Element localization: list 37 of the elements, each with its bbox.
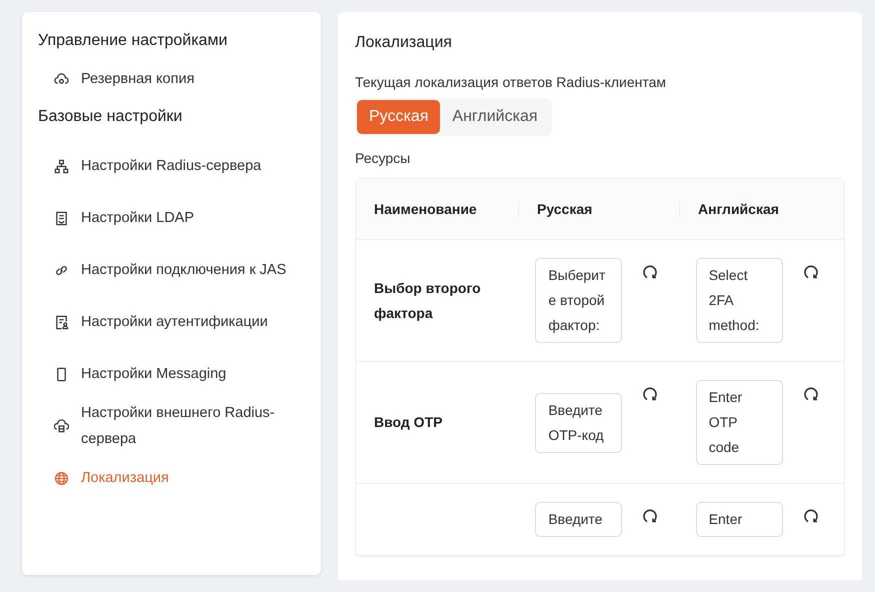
sidebar-item[interactable]: Настройки внешнего Radius-сервера <box>38 400 305 452</box>
sidebar-item[interactable]: Настройки Messaging <box>38 348 305 400</box>
input-field[interactable]: Выберите второй фактор: <box>535 258 622 343</box>
reset-icon[interactable] <box>802 264 819 280</box>
globe-icon <box>54 470 69 486</box>
column-header: Русская <box>537 201 592 217</box>
input-field[interactable]: Введите OTP-код <box>535 392 622 452</box>
input-field[interactable]: Select 2FA method: <box>696 258 783 343</box>
resource-name: Выбор второго фактора <box>374 278 482 323</box>
section-title: Базовые настройки <box>38 108 184 126</box>
cloud-server-icon <box>54 418 69 434</box>
column-header: Наименование <box>374 201 477 217</box>
reset-icon[interactable] <box>802 386 819 402</box>
phone-icon <box>54 366 69 382</box>
language-option[interactable]: Английская <box>440 100 550 134</box>
sidebar-item[interactable]: Настройки аутентификации <box>38 296 305 348</box>
input-field[interactable]: Enter <box>696 502 783 537</box>
sidebar-item[interactable]: Настройки подключения к JAS <box>38 244 305 296</box>
reset-icon[interactable] <box>642 264 658 280</box>
input-field[interactable]: Enter OTP code <box>696 380 783 465</box>
section-title: Управление настройками <box>38 32 228 50</box>
document-icon <box>54 210 69 226</box>
sidebar-item[interactable]: Резервная копия <box>38 64 305 94</box>
sidebar-item[interactable]: Настройки Radius-сервера <box>38 140 305 192</box>
reset-icon[interactable] <box>802 508 819 524</box>
sitemap-icon <box>54 158 69 174</box>
page-title: Локализация <box>355 34 453 52</box>
input-field[interactable]: Введите <box>535 502 622 537</box>
resource-name: Ввод OTP <box>374 413 442 432</box>
reset-icon[interactable] <box>642 508 658 524</box>
column-header: Английская <box>698 201 779 217</box>
reset-icon[interactable] <box>642 386 658 402</box>
sidebar-item[interactable]: Настройки LDAP <box>38 192 305 244</box>
user-document-icon <box>54 314 69 330</box>
field-label: Текущая локализация ответов Radius-клиентам <box>355 74 668 90</box>
section-label: Ресурсы <box>355 150 412 166</box>
cloud-icon <box>54 72 69 86</box>
